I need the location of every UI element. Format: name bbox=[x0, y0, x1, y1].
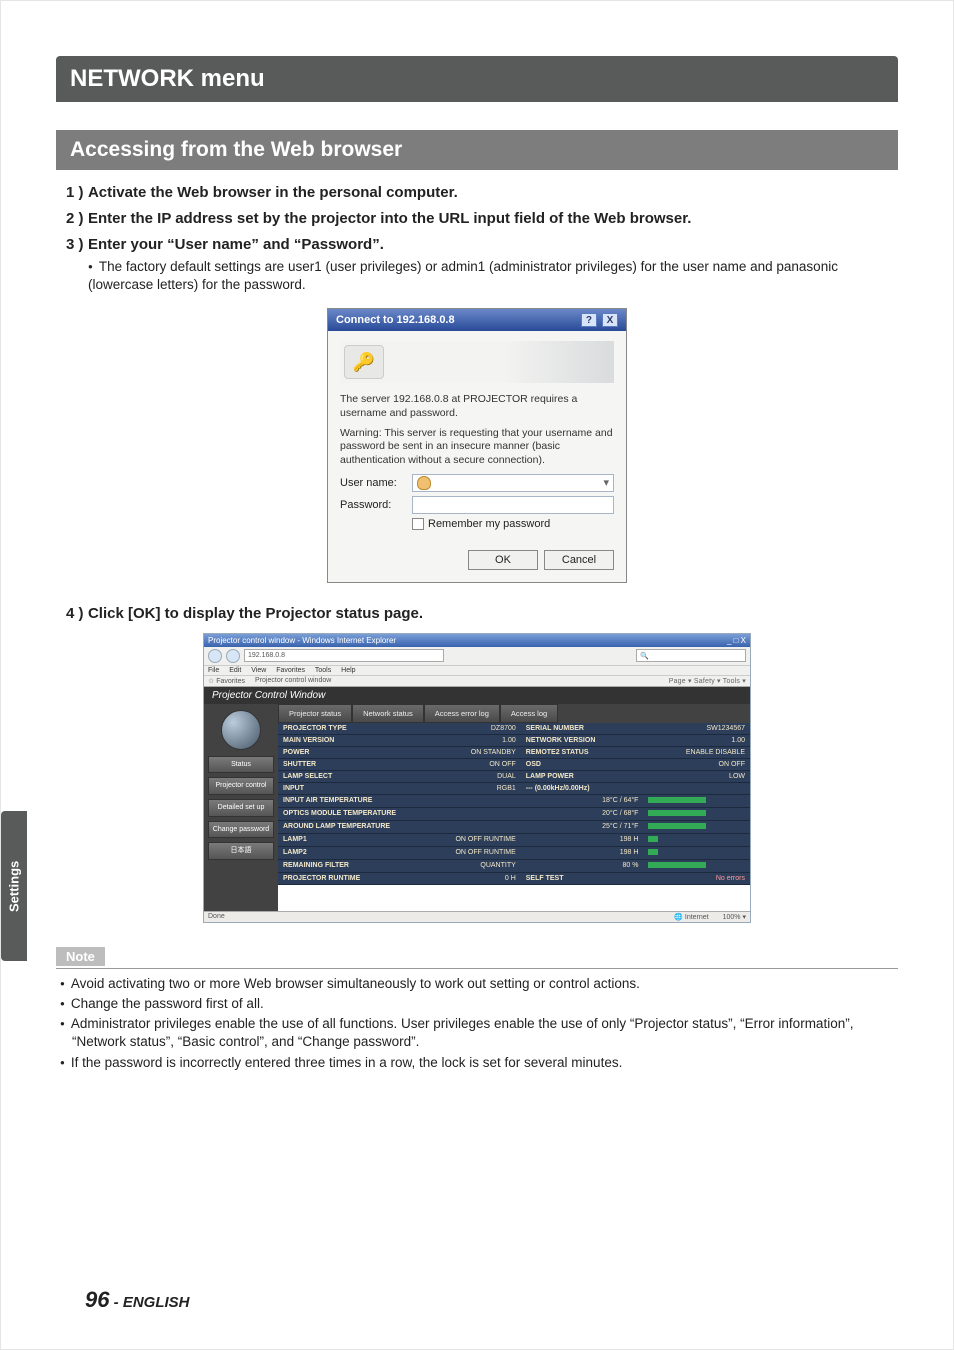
user-icon bbox=[417, 476, 431, 490]
tab-network-status[interactable]: Network status bbox=[352, 704, 424, 723]
page-title-bar: NETWORK menu bbox=[56, 56, 898, 102]
note-item: Avoid activating two or more Web browser… bbox=[60, 975, 898, 993]
remember-label: Remember my password bbox=[428, 518, 550, 530]
projector-control-window: Projector control window - Windows Inter… bbox=[203, 633, 751, 923]
ie-favorites-bar: ☆ Favorites Projector control window Pag… bbox=[204, 676, 750, 687]
dropdown-icon[interactable]: ▾ bbox=[603, 476, 609, 489]
menu-file[interactable]: File bbox=[208, 667, 219, 674]
menu-help[interactable]: Help bbox=[341, 667, 355, 674]
step-text: Enter the IP address set by the projecto… bbox=[88, 210, 691, 227]
step-text: Click [OK] to display the Projector stat… bbox=[88, 605, 423, 622]
side-change-password[interactable]: Change password bbox=[208, 821, 274, 839]
fav-item[interactable]: Projector control window bbox=[255, 677, 331, 685]
step-text: Activate the Web browser in the personal… bbox=[88, 184, 458, 201]
step-number: 4 ) bbox=[66, 605, 84, 622]
page-sep: - bbox=[109, 1294, 122, 1311]
step-number: 3 ) bbox=[66, 236, 84, 253]
pcw-sidebar: Status Projector control Detailed set up… bbox=[204, 704, 278, 911]
page-footer: 96 - ENGLISH bbox=[85, 1287, 190, 1313]
pcw-tabs: Projector status Network status Access e… bbox=[278, 704, 750, 723]
side-japanese[interactable]: 日本語 bbox=[208, 842, 274, 860]
remember-row[interactable]: Remember my password bbox=[412, 518, 614, 530]
cancel-button[interactable]: Cancel bbox=[544, 550, 614, 570]
username-label: User name: bbox=[340, 477, 412, 489]
password-label: Password: bbox=[340, 499, 412, 511]
address-field[interactable]: 192.168.0.8 bbox=[244, 649, 444, 662]
dialog-message-1: The server 192.168.0.8 at PROJECTOR requ… bbox=[340, 393, 614, 420]
menu-favorites[interactable]: Favorites bbox=[276, 667, 305, 674]
address-value: 192.168.0.8 bbox=[248, 652, 285, 659]
notes-list: Avoid activating two or more Web browser… bbox=[60, 975, 898, 1072]
status-done: Done bbox=[208, 913, 225, 921]
fav-label: ☆ Favorites bbox=[208, 677, 245, 685]
search-icon: 🔍 bbox=[640, 652, 649, 660]
ie-titlebar: Projector control window - Windows Inter… bbox=[204, 634, 750, 647]
note-label: Note bbox=[56, 947, 105, 966]
steps-list: 1 ) Activate the Web browser in the pers… bbox=[66, 184, 898, 294]
globe-icon bbox=[221, 710, 261, 750]
ie-status-bar: Done 🌐 Internet 100% ▾ bbox=[204, 911, 750, 922]
section-heading: Accessing from the Web browser bbox=[56, 130, 898, 170]
note-item: If the password is incorrectly entered t… bbox=[60, 1054, 898, 1072]
page-lang: ENGLISH bbox=[123, 1294, 190, 1311]
pcw-content: Projector status Network status Access e… bbox=[278, 704, 750, 911]
note-item: Administrator privileges enable the use … bbox=[60, 1015, 898, 1051]
menu-tools[interactable]: Tools bbox=[315, 667, 331, 674]
help-icon[interactable]: ? bbox=[581, 313, 597, 327]
ie-address-bar: 192.168.0.8 🔍 bbox=[204, 647, 750, 666]
ok-button[interactable]: OK bbox=[468, 550, 538, 570]
ie-menu-bar: File Edit View Favorites Tools Help bbox=[204, 666, 750, 676]
step-number: 1 ) bbox=[66, 184, 84, 201]
page-number: 96 bbox=[85, 1287, 109, 1312]
remember-checkbox[interactable] bbox=[412, 518, 424, 530]
note-item: Change the password first of all. bbox=[60, 995, 898, 1013]
tab-access-error-log[interactable]: Access error log bbox=[424, 704, 500, 723]
back-button[interactable] bbox=[208, 649, 222, 663]
forward-button[interactable] bbox=[226, 649, 240, 663]
dialog-message-2: Warning: This server is requesting that … bbox=[340, 427, 614, 468]
steps-list-2: 4 ) Click [OK] to display the Projector … bbox=[66, 605, 898, 623]
side-status[interactable]: Status bbox=[208, 756, 274, 774]
pcw-header: Projector Control Window bbox=[204, 687, 750, 704]
keys-icon: 🔑 bbox=[344, 345, 384, 379]
menu-edit[interactable]: Edit bbox=[229, 667, 241, 674]
dialog-titlebar: Connect to 192.168.0.8 ? X bbox=[328, 309, 626, 331]
note-divider bbox=[56, 968, 898, 969]
tab-projector-status[interactable]: Projector status bbox=[278, 704, 352, 723]
step-3: 3 ) Enter your “User name” and “Password… bbox=[66, 236, 898, 294]
status-zone: 🌐 Internet bbox=[674, 913, 708, 921]
password-field[interactable] bbox=[412, 496, 614, 514]
menu-view[interactable]: View bbox=[251, 667, 266, 674]
ie-title-text: Projector control window - Windows Inter… bbox=[208, 636, 396, 645]
username-field[interactable]: ▾ bbox=[412, 474, 614, 492]
ie-window-controls: _ □ X bbox=[727, 636, 746, 645]
dialog-banner: 🔑 bbox=[340, 341, 614, 383]
tab-access-log[interactable]: Access log bbox=[500, 704, 558, 723]
fav-tools[interactable]: Page ▾ Safety ▾ Tools ▾ bbox=[669, 677, 746, 685]
dialog-window-controls: ? X bbox=[579, 313, 618, 327]
step-3-note: The factory default settings are user1 (… bbox=[88, 258, 898, 294]
step-number: 2 ) bbox=[66, 210, 84, 227]
side-tab-settings: Settings bbox=[1, 811, 27, 961]
step-3-sub: The factory default settings are user1 (… bbox=[88, 258, 898, 294]
step-2: 2 ) Enter the IP address set by the proj… bbox=[66, 210, 898, 228]
login-dialog: Connect to 192.168.0.8 ? X 🔑 The server … bbox=[327, 308, 627, 582]
status-table: PROJECTOR TYPEDZ8700SERIAL NUMBERSW12345… bbox=[278, 723, 750, 885]
step-1: 1 ) Activate the Web browser in the pers… bbox=[66, 184, 898, 202]
step-text: Enter your “User name” and “Password”. bbox=[88, 236, 384, 253]
dialog-title: Connect to 192.168.0.8 bbox=[336, 314, 455, 326]
step-4: 4 ) Click [OK] to display the Projector … bbox=[66, 605, 898, 623]
close-icon[interactable]: X bbox=[602, 313, 618, 327]
side-projector-control[interactable]: Projector control bbox=[208, 777, 274, 795]
status-zoom: 100% ▾ bbox=[723, 913, 746, 921]
search-field[interactable]: 🔍 bbox=[636, 649, 746, 662]
dialog-body: 🔑 The server 192.168.0.8 at PROJECTOR re… bbox=[328, 331, 626, 581]
side-detailed-setup[interactable]: Detailed set up bbox=[208, 799, 274, 817]
